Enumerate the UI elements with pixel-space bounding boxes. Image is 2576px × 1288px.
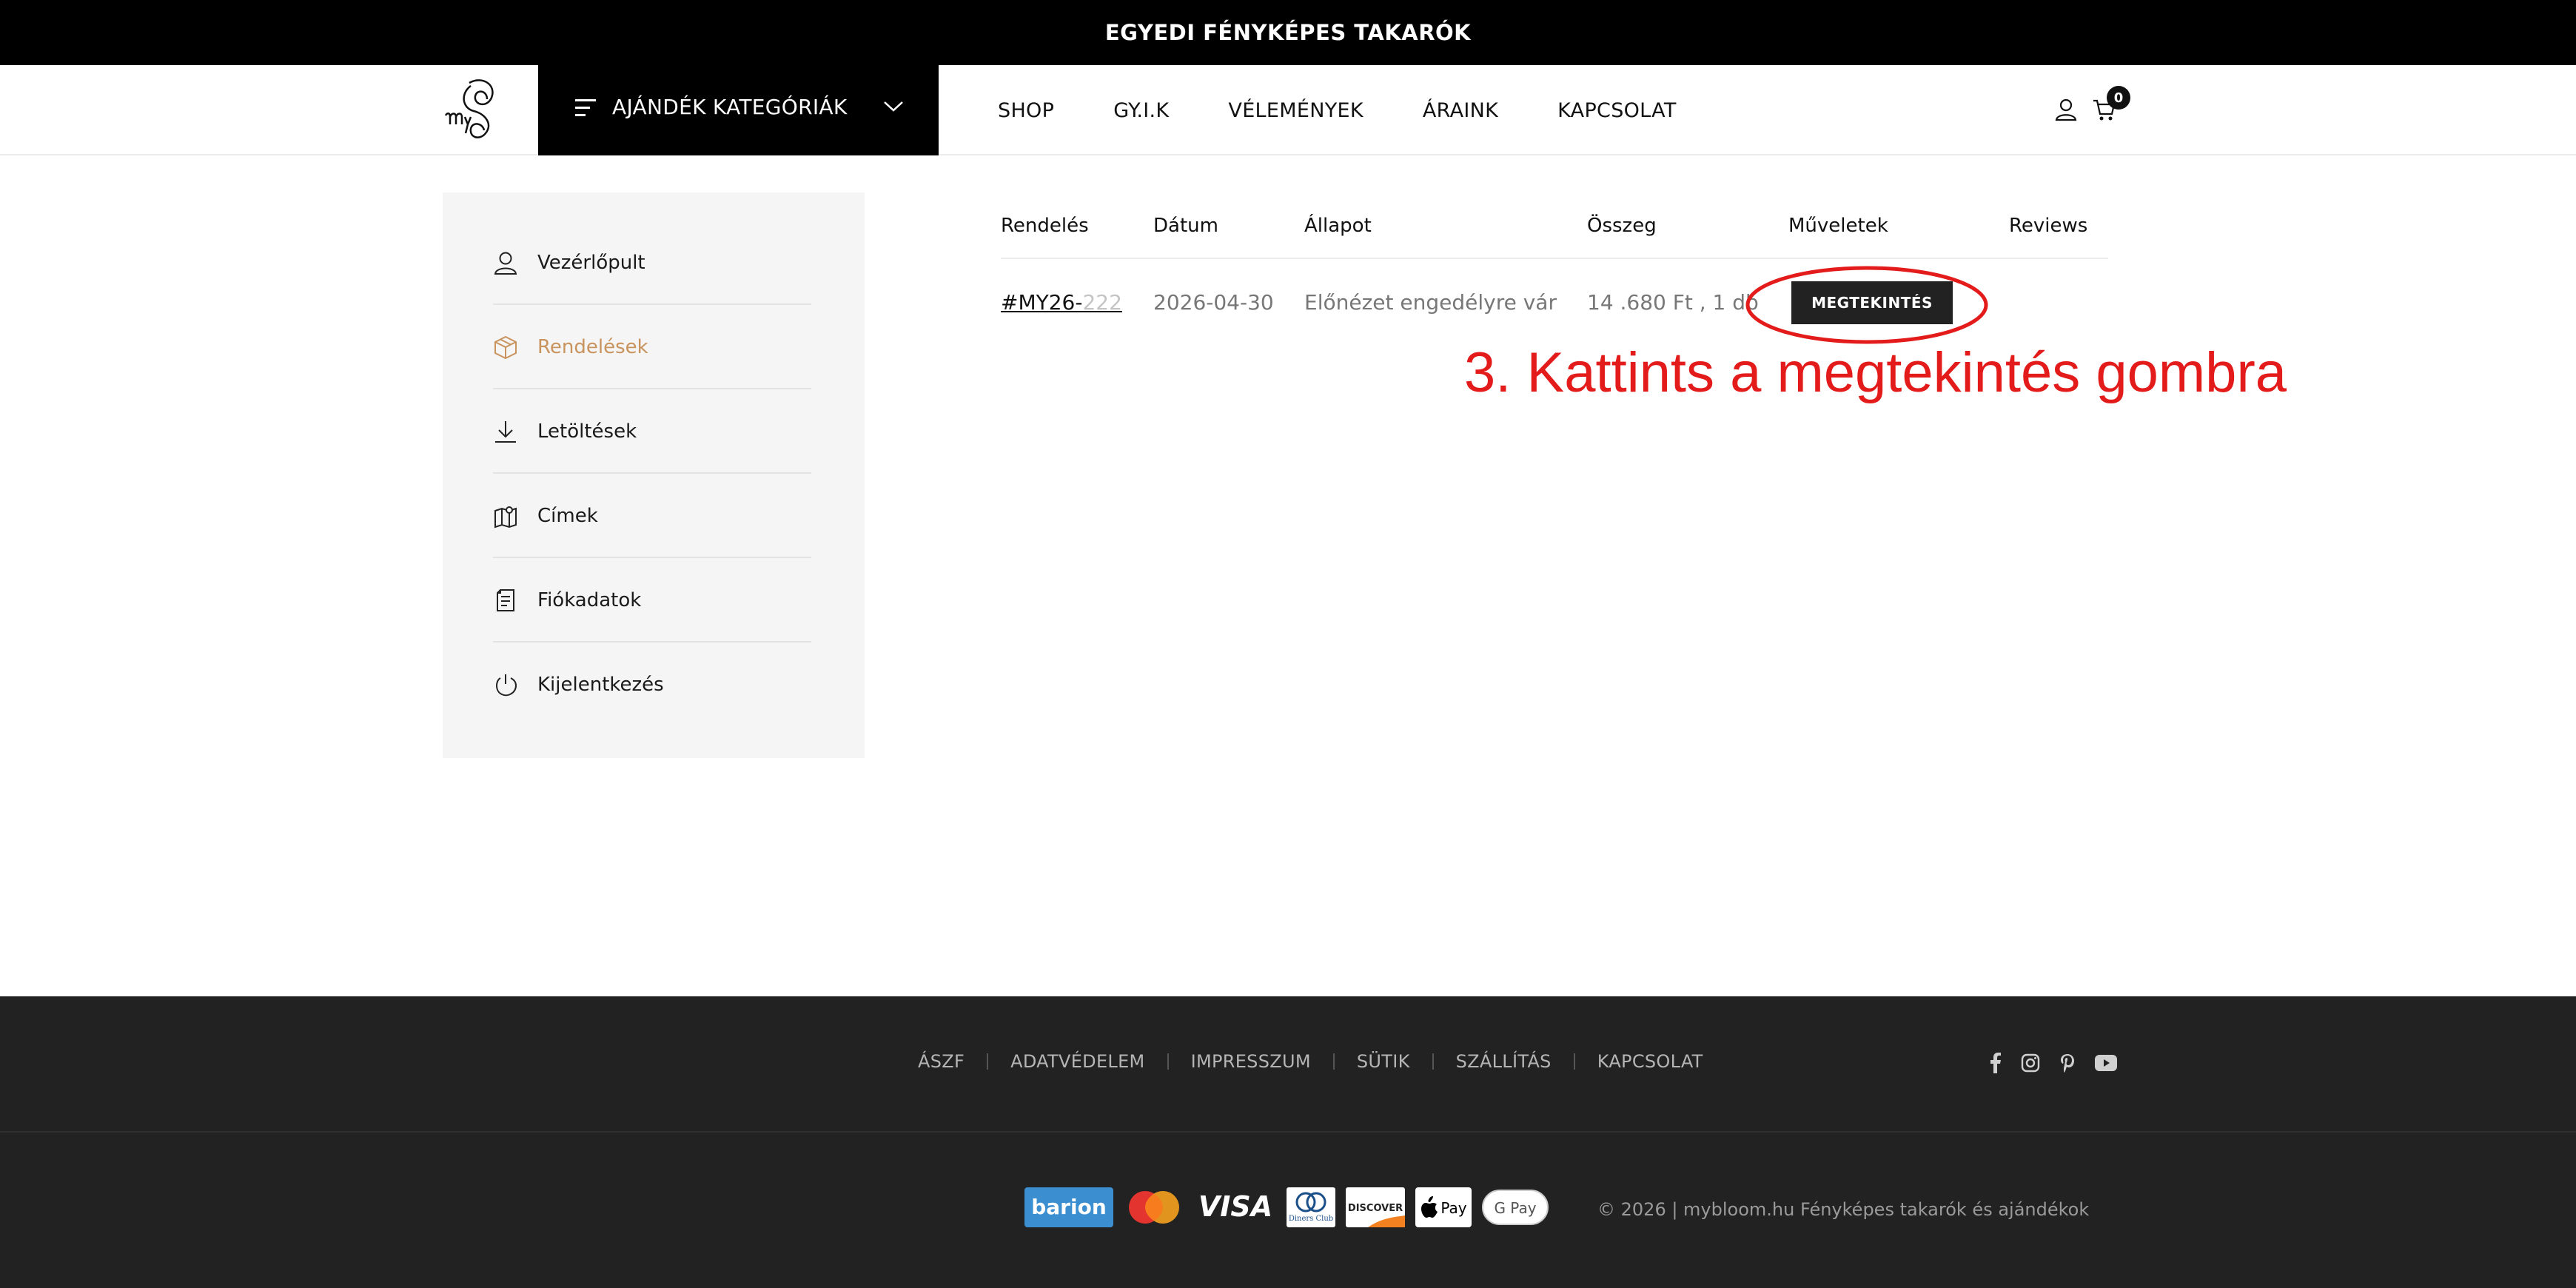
user-account-icon[interactable] (2055, 98, 2077, 121)
footer-links-bar: ÁSZF ADATVÉDELEM IMPRESSZUM SÜTIK SZÁLLÍ… (0, 996, 2576, 1133)
footer-divider (1432, 1053, 1434, 1070)
facebook-link[interactable] (1990, 1053, 2002, 1073)
sidebar-item-label: Kijelentkezés (537, 674, 664, 696)
apple-pay-logo-icon: Pay (1415, 1187, 1472, 1227)
gift-categories-button[interactable]: AJÁNDÉK KATEGÓRIÁK (538, 65, 939, 155)
nav-reviews[interactable]: VÉLEMÉNYEK (1228, 99, 1363, 122)
sidebar-item-dashboard[interactable]: Vezérlőpult (493, 221, 811, 305)
document-icon (497, 589, 514, 611)
col-actions: Műveletek (1788, 215, 1888, 237)
visa-logo-icon: VISA (1198, 1190, 1272, 1223)
nav-prices[interactable]: ÁRAINK (1423, 99, 1498, 122)
col-order: Rendelés (1001, 215, 1089, 237)
footer-bottom-bar: barion VISA Diners Club DISCOVER Pay G P… (0, 1133, 2576, 1288)
site-header: AJÁNDÉK KATEGÓRIÁK SHOP GY.I.K VÉLEMÉNYE… (0, 65, 2576, 155)
youtube-link[interactable] (2095, 1055, 2117, 1071)
payment-barion: barion (1024, 1187, 1113, 1227)
google-pay-logo-icon: G Pay (1482, 1190, 1549, 1225)
footer-divider (1167, 1053, 1169, 1070)
discover-logo-icon: DISCOVER (1346, 1187, 1405, 1227)
announcement-bar: EGYEDI FÉNYKÉPES TAKARÓK (0, 0, 2576, 65)
youtube-icon (2095, 1055, 2117, 1071)
footer-link-cookies[interactable]: SÜTIK (1357, 1051, 1410, 1072)
chevron-down-icon (884, 101, 903, 112)
copyright-text: © 2026 | mybloom.hu Fényképes takarók és… (1597, 1199, 2090, 1220)
order-number-prefix: #MY26- (1001, 290, 1083, 315)
mybloom-logo-icon[interactable] (441, 76, 505, 142)
cart-count-badge: 0 (2107, 86, 2130, 110)
instagram-icon (2021, 1053, 2040, 1073)
sidebar-item-orders[interactable]: Rendelések (493, 305, 811, 389)
footer-divider (987, 1053, 989, 1070)
sidebar-item-label: Fiókadatok (537, 589, 642, 611)
order-status: Előnézet engedélyre vár (1304, 290, 1557, 315)
annotation-highlight-ellipse (1745, 266, 1988, 344)
mastercard-logo-icon (1129, 1191, 1179, 1224)
nav-contact[interactable]: KAPCSOLAT (1557, 99, 1676, 122)
diners-label: Diners Club (1289, 1215, 1333, 1223)
footer-link-privacy[interactable]: ADATVÉDELEM (1010, 1051, 1144, 1072)
annotation-instruction: 3. Kattints a megtekintés gombra (1464, 341, 2287, 404)
discover-label: DISCOVER (1348, 1203, 1403, 1214)
sidebar-item-logout[interactable]: Kijelentkezés (493, 643, 811, 727)
col-total: Összeg (1587, 215, 1657, 237)
power-icon (496, 674, 517, 697)
nav-shop[interactable]: SHOP (998, 99, 1054, 122)
sidebar-item-downloads[interactable]: Letöltések (493, 389, 811, 474)
main-nav: SHOP GY.I.K VÉLEMÉNYEK ÁRAINK KAPCSOLAT (998, 65, 1736, 155)
sidebar-item-account-details[interactable]: Fiókadatok (493, 558, 811, 643)
sidebar-item-addresses[interactable]: Címek (493, 474, 811, 558)
account-sidebar: Vezérlőpult Rendelések Letöltések Címek … (443, 192, 865, 758)
pinterest-icon (2061, 1054, 2074, 1073)
payment-visa: VISA (1195, 1187, 1276, 1227)
nav-faq[interactable]: GY.I.K (1113, 99, 1169, 122)
apple-pay-label: Pay (1440, 1199, 1466, 1217)
social-links (1990, 1053, 2136, 1073)
footer-link-contact[interactable]: KAPCSOLAT (1597, 1051, 1703, 1072)
payment-applepay: Pay (1415, 1187, 1472, 1227)
download-icon (495, 421, 516, 443)
google-pay-label: G Pay (1494, 1199, 1536, 1217)
visa-label: VISA (1198, 1190, 1272, 1223)
order-date: 2026-04-30 (1153, 290, 1274, 315)
footer-link-terms[interactable]: ÁSZF (918, 1051, 965, 1072)
footer-link-shipping[interactable]: SZÁLLÍTÁS (1456, 1051, 1552, 1072)
orders-table-header: Rendelés Dátum Állapot Összeg Műveletek … (1001, 207, 2108, 259)
sidebar-item-label: Rendelések (537, 336, 648, 358)
pinterest-link[interactable] (2059, 1053, 2076, 1073)
col-reviews: Reviews (2009, 215, 2088, 237)
order-number-suffix: 222 (1082, 290, 1122, 315)
payment-discover: DISCOVER (1346, 1187, 1405, 1227)
user-icon (494, 252, 517, 275)
gift-categories-label: AJÁNDÉK KATEGÓRIÁK (612, 95, 848, 119)
sidebar-item-label: Letöltések (537, 420, 637, 443)
col-date: Dátum (1153, 215, 1218, 237)
footer-divider (1332, 1053, 1335, 1070)
payment-googlepay: G Pay (1482, 1187, 1549, 1227)
instagram-link[interactable] (2021, 1053, 2040, 1073)
footer-links: ÁSZF ADATVÉDELEM IMPRESSZUM SÜTIK SZÁLLÍ… (918, 1051, 1703, 1072)
map-icon (494, 506, 517, 529)
payment-mastercard (1124, 1187, 1184, 1227)
orders-table: Rendelés Dátum Állapot Összeg Műveletek … (1001, 207, 2108, 324)
sidebar-item-label: Vezérlőpult (537, 252, 645, 274)
footer-divider (1573, 1053, 1575, 1070)
menu-icon (575, 99, 596, 116)
footer-link-imprint[interactable]: IMPRESSZUM (1191, 1051, 1311, 1072)
barion-logo-icon: barion (1024, 1187, 1113, 1227)
col-status: Állapot (1304, 215, 1372, 237)
facebook-icon (1990, 1053, 2001, 1073)
payment-methods: barion VISA Diners Club DISCOVER Pay G P… (1024, 1187, 1559, 1227)
box-icon (494, 335, 517, 360)
announcement-text: EGYEDI FÉNYKÉPES TAKARÓK (1104, 20, 1472, 45)
order-number-link[interactable]: #MY26-222 (1001, 290, 1122, 315)
sidebar-item-label: Címek (537, 505, 598, 527)
barion-label: barion (1031, 1195, 1107, 1219)
order-total: 14 .680 Ft , 1 db (1587, 290, 1759, 315)
payment-diners: Diners Club (1287, 1187, 1335, 1227)
diners-club-logo-icon: Diners Club (1287, 1187, 1335, 1227)
